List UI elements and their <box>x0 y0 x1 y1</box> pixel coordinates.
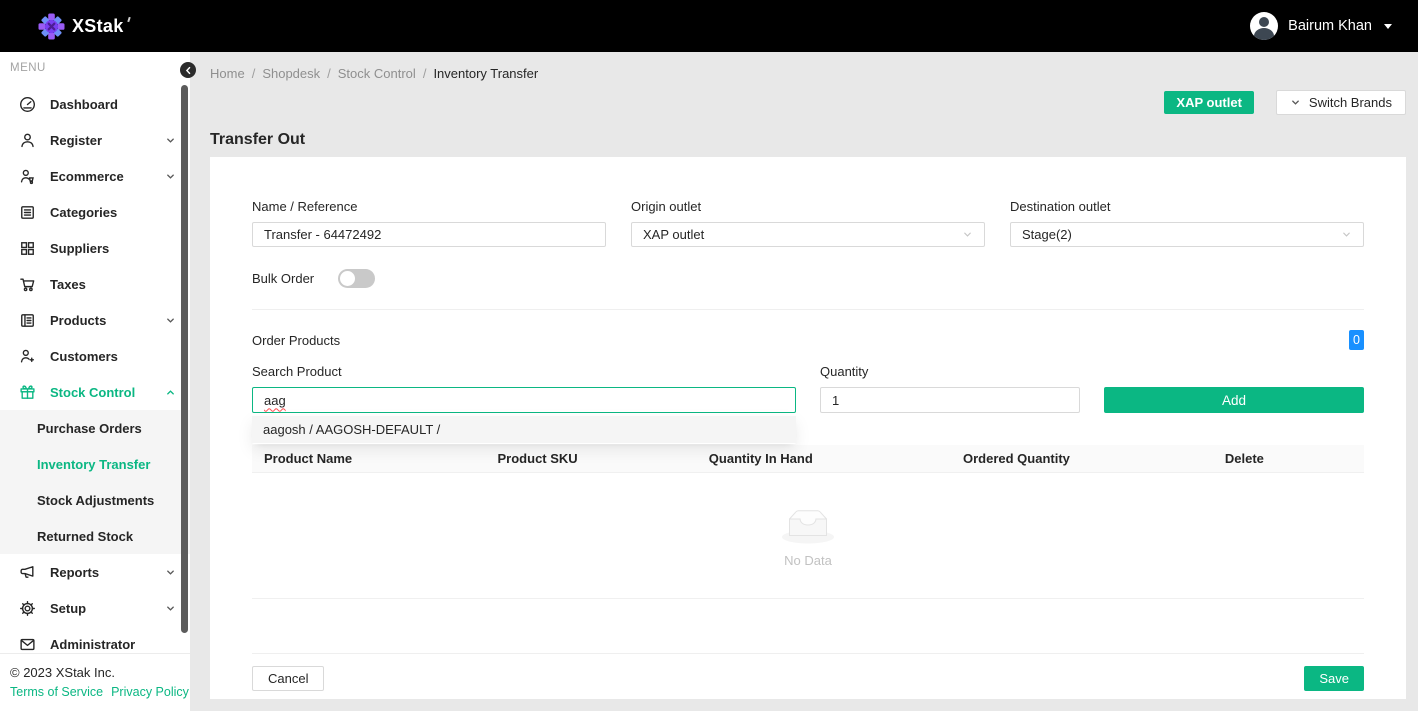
section-divider <box>252 309 1364 310</box>
order-products-label: Order Products <box>252 333 340 348</box>
col-delete: Delete <box>1125 451 1364 466</box>
col-product-sku: Product SKU <box>486 451 697 466</box>
no-data-text: No Data <box>784 553 832 568</box>
destination-outlet-label: Destination outlet <box>1010 199 1364 214</box>
products-icon <box>19 312 36 329</box>
sidebar-item-ecommerce[interactable]: Ecommerce <box>0 158 190 194</box>
menu-caption: MENU <box>0 52 190 74</box>
sidebar-item-taxes[interactable]: Taxes <box>0 266 190 302</box>
privacy-link[interactable]: Privacy Policy <box>111 685 189 699</box>
gift-box-icon <box>19 384 36 401</box>
add-button[interactable]: Add <box>1104 387 1364 413</box>
origin-outlet-select[interactable]: XAP outlet <box>631 222 985 247</box>
sidebar-item-reports[interactable]: Reports <box>0 554 190 590</box>
sidebar-item-dashboard[interactable]: Dashboard <box>0 86 190 122</box>
user-name: Bairum Khan <box>1288 18 1372 34</box>
user-menu[interactable]: Bairum Khan <box>1250 12 1392 40</box>
sidebar-item-suppliers[interactable]: Suppliers <box>0 230 190 266</box>
order-products-table: Product Name Product SKU Quantity In Han… <box>252 445 1364 599</box>
breadcrumb: Home / Shopdesk / Stock Control / Invent… <box>190 52 1418 81</box>
sidebar-item-purchase-orders[interactable]: Purchase Orders <box>0 410 190 446</box>
breadcrumb-shopdesk[interactable]: Shopdesk <box>262 66 320 81</box>
sidebar-item-inventory-transfer[interactable]: Inventory Transfer <box>0 446 190 482</box>
categories-icon <box>19 204 36 221</box>
cart-icon <box>19 276 36 293</box>
chevron-down-icon <box>165 315 176 326</box>
xstak-flower-icon <box>38 13 65 40</box>
chevron-down-icon <box>165 171 176 182</box>
chevron-down-icon <box>165 135 176 146</box>
chevron-down-icon <box>1290 97 1301 108</box>
col-quantity-in-hand: Quantity In Hand <box>697 451 908 466</box>
dashboard-icon <box>19 96 36 113</box>
user-icon <box>19 132 36 149</box>
chevron-down-icon <box>165 603 176 614</box>
empty-state: No Data <box>252 473 1364 599</box>
cancel-button[interactable]: Cancel <box>252 666 324 691</box>
chevron-up-icon <box>165 387 176 398</box>
gear-icon <box>19 600 36 617</box>
terms-link[interactable]: Terms of Service <box>10 685 103 699</box>
sidebar-item-register[interactable]: Register <box>0 122 190 158</box>
sidebar-scrollbar[interactable] <box>181 85 188 633</box>
sidebar: MENU Dashboard Register Ecommerce Catego… <box>0 52 190 711</box>
chevron-down-icon <box>165 567 176 578</box>
search-product-label: Search Product <box>252 364 796 379</box>
sidebar-item-stock-adjustments[interactable]: Stock Adjustments <box>0 482 190 518</box>
sidebar-item-products[interactable]: Products <box>0 302 190 338</box>
empty-box-icon <box>776 504 840 545</box>
sidebar-item-stock-control[interactable]: Stock Control <box>0 374 190 410</box>
envelope-icon <box>19 636 36 653</box>
breadcrumb-current: Inventory Transfer <box>433 66 538 81</box>
switch-brands-button[interactable]: Switch Brands <box>1276 90 1406 115</box>
suppliers-icon <box>19 240 36 257</box>
save-button[interactable]: Save <box>1304 666 1364 691</box>
bulk-order-label: Bulk Order <box>252 271 314 286</box>
col-product-name: Product Name <box>252 451 486 466</box>
sidebar-footer: © 2023 XStak Inc. Terms of Service Priva… <box>0 653 190 711</box>
quantity-input[interactable] <box>820 387 1080 413</box>
footer-divider <box>252 653 1364 654</box>
outlet-badge: XAP outlet <box>1164 91 1254 114</box>
sidebar-item-returned-stock[interactable]: Returned Stock <box>0 518 190 554</box>
user-avatar <box>1250 12 1278 40</box>
chevron-down-icon <box>1384 24 1392 29</box>
main-content: Home / Shopdesk / Stock Control / Invent… <box>190 52 1418 711</box>
ecommerce-icon <box>19 168 36 185</box>
col-ordered-quantity: Ordered Quantity <box>908 451 1125 466</box>
topbar: XStak Bairum Khan <box>0 0 1418 52</box>
name-reference-label: Name / Reference <box>252 199 606 214</box>
product-count-badge: 0 <box>1349 330 1364 350</box>
copyright: © 2023 XStak Inc. <box>10 665 190 680</box>
customers-icon <box>19 348 36 365</box>
page-title: Transfer Out <box>210 131 1418 149</box>
megaphone-icon <box>19 564 36 581</box>
breadcrumb-stock-control[interactable]: Stock Control <box>338 66 416 81</box>
transfer-card: Name / Reference Origin outlet XAP outle… <box>210 157 1406 699</box>
bulk-order-toggle[interactable] <box>338 269 375 288</box>
chevron-down-icon <box>1341 229 1352 240</box>
chevron-down-icon <box>962 229 973 240</box>
search-suggestions: aagosh / AAGOSH-DEFAULT / <box>252 416 796 444</box>
name-reference-input[interactable] <box>252 222 606 247</box>
sidebar-item-setup[interactable]: Setup <box>0 590 190 626</box>
sidebar-item-customers[interactable]: Customers <box>0 338 190 374</box>
brand-name: XStak <box>72 16 124 37</box>
quantity-label: Quantity <box>820 364 1080 379</box>
brand-logo: XStak <box>38 13 124 40</box>
origin-outlet-label: Origin outlet <box>631 199 985 214</box>
destination-outlet-select[interactable]: Stage(2) <box>1010 222 1364 247</box>
breadcrumb-home[interactable]: Home <box>210 66 245 81</box>
suggestion-item[interactable]: aagosh / AAGOSH-DEFAULT / <box>252 416 796 443</box>
stock-control-submenu: Purchase Orders Inventory Transfer Stock… <box>0 410 190 554</box>
sidebar-item-categories[interactable]: Categories <box>0 194 190 230</box>
sidebar-collapse-button[interactable] <box>180 62 196 78</box>
search-product-input[interactable]: aag <box>252 387 796 413</box>
